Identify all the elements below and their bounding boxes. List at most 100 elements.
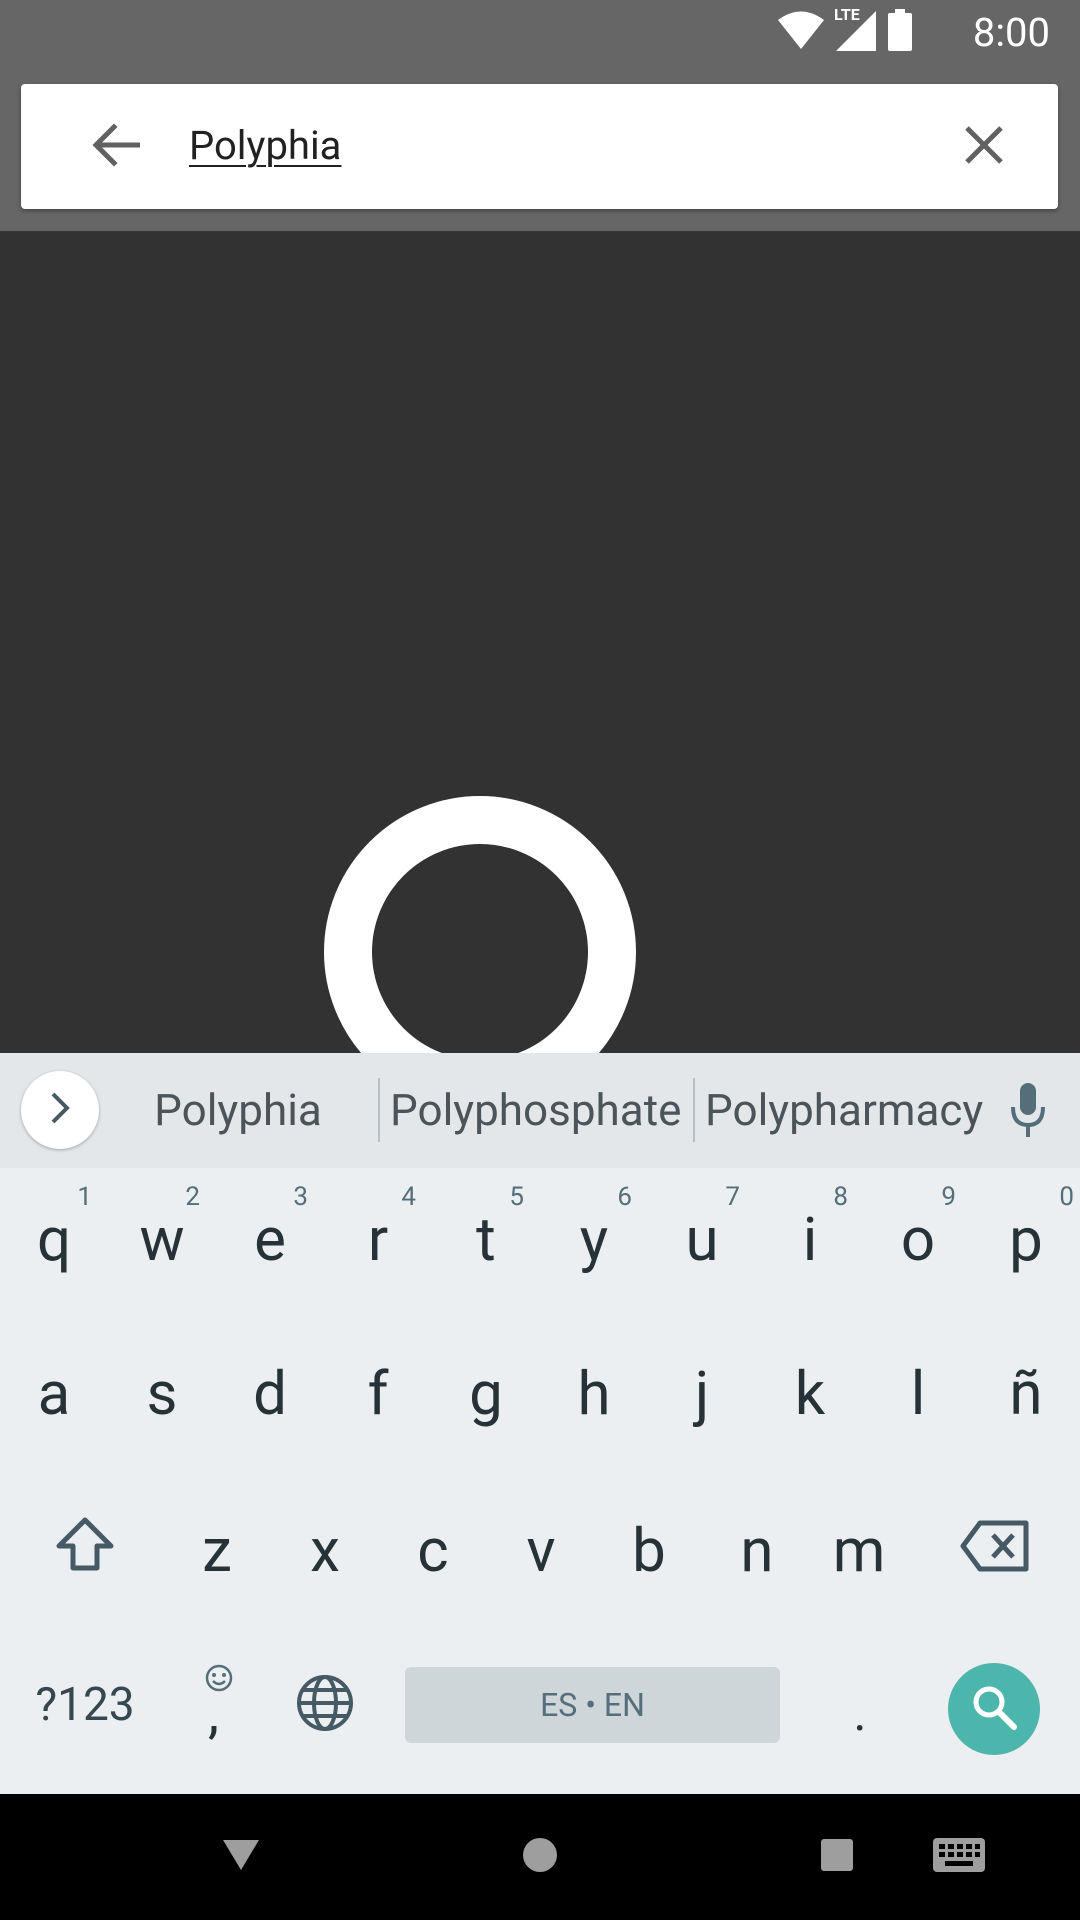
key-letter: g (469, 1358, 503, 1429)
key-letter: o (900, 1204, 936, 1275)
search-input[interactable]: Polyphia (189, 114, 341, 178)
keyboard-switch-button[interactable] (904, 1812, 1014, 1902)
key-n-tilde[interactable]: ñ (972, 1334, 1080, 1454)
suggestion-2[interactable]: Polyphosphate (390, 1075, 681, 1145)
search-action-key[interactable] (948, 1663, 1040, 1755)
loading-spinner (324, 796, 636, 1053)
key-w[interactable]: w 2 (108, 1180, 216, 1300)
key-m[interactable]: m (805, 1491, 913, 1611)
key-k[interactable]: k (756, 1334, 864, 1454)
symbols-key[interactable]: ?123 (20, 1667, 150, 1743)
key-l[interactable]: l (864, 1334, 972, 1454)
key-o[interactable]: o 9 (864, 1180, 972, 1300)
comma-label: , (208, 1680, 220, 1746)
key-letter: y (579, 1204, 609, 1275)
nav-home-icon (522, 1837, 558, 1877)
key-s[interactable]: s (108, 1334, 216, 1454)
key-a[interactable]: a (0, 1334, 108, 1454)
key-letter: r (367, 1204, 389, 1275)
key-hint: 6 (617, 1182, 632, 1212)
key-hint: 7 (725, 1182, 740, 1212)
key-i[interactable]: i 8 (756, 1180, 864, 1300)
wifi-icon (778, 11, 824, 53)
backspace-key[interactable] (930, 1491, 1060, 1611)
key-letter: s (146, 1358, 178, 1429)
key-u[interactable]: u 7 (648, 1180, 756, 1300)
key-p[interactable]: p 0 (972, 1180, 1080, 1300)
key-letter: x (310, 1515, 340, 1586)
globe-icon (296, 1674, 354, 1736)
key-letter: i (802, 1204, 818, 1275)
key-e[interactable]: e 3 (216, 1180, 324, 1300)
language-key[interactable] (290, 1670, 360, 1740)
key-g[interactable]: g (432, 1334, 540, 1454)
key-letter: b (632, 1515, 666, 1586)
search-icon (971, 1684, 1017, 1734)
key-q[interactable]: q 1 (0, 1180, 108, 1300)
key-j[interactable]: j (648, 1334, 756, 1454)
status-bar: LTE 8:00 (0, 0, 1080, 66)
key-x[interactable]: x (271, 1491, 379, 1611)
period-key[interactable]: . (820, 1667, 900, 1743)
key-c[interactable]: c (379, 1491, 487, 1611)
key-letter: u (685, 1204, 719, 1275)
clear-button[interactable] (948, 111, 1020, 183)
key-z[interactable]: z (163, 1491, 271, 1611)
key-hint: 9 (941, 1182, 956, 1212)
backspace-icon (960, 1516, 1030, 1587)
key-letter: w (139, 1204, 185, 1275)
nav-back-button[interactable] (186, 1812, 296, 1902)
key-n[interactable]: n (703, 1491, 811, 1611)
key-f[interactable]: f (324, 1334, 432, 1454)
chevron-right-icon (49, 1091, 71, 1129)
key-letter: v (526, 1515, 556, 1586)
key-letter: q (36, 1204, 72, 1275)
key-hint: 0 (1059, 1182, 1074, 1212)
key-letter: z (202, 1515, 232, 1586)
signal-icon: LTE (834, 5, 876, 55)
nav-recents-button[interactable] (782, 1812, 892, 1902)
key-hint: 1 (77, 1182, 92, 1212)
arrow-back-icon (92, 123, 141, 171)
key-letter: m (832, 1515, 886, 1586)
shift-icon (55, 1516, 115, 1587)
space-key[interactable]: ES • EN (405, 1667, 780, 1743)
key-letter: t (476, 1204, 496, 1275)
key-d[interactable]: d (216, 1334, 324, 1454)
key-letter: d (253, 1358, 287, 1429)
key-hint: 4 (401, 1182, 416, 1212)
key-letter: e (254, 1204, 286, 1275)
expand-suggestions-button[interactable] (21, 1071, 99, 1149)
key-h[interactable]: h (540, 1334, 648, 1454)
key-letter: k (794, 1358, 826, 1429)
key-letter: l (910, 1358, 926, 1429)
network-type-label: LTE (834, 5, 860, 24)
content-area (0, 231, 1080, 1053)
nav-home-button[interactable] (485, 1812, 595, 1902)
close-icon (964, 125, 1004, 169)
key-v[interactable]: v (487, 1491, 595, 1611)
search-bar: Polyphia (21, 84, 1058, 209)
back-button[interactable] (71, 111, 161, 183)
battery-icon (888, 9, 912, 55)
comma-key[interactable]: , (180, 1663, 260, 1753)
suggestion-3[interactable]: Polypharmacy (705, 1075, 983, 1145)
navigation-bar (0, 1794, 1080, 1920)
key-letter: h (577, 1358, 611, 1429)
key-hint: 8 (833, 1182, 848, 1212)
shift-key[interactable] (20, 1491, 150, 1611)
key-letter: p (1009, 1204, 1043, 1275)
key-letter: j (694, 1358, 710, 1429)
status-time: 8:00 (972, 9, 1050, 56)
status-icons: LTE (778, 5, 912, 55)
suggestion-divider (378, 1078, 380, 1142)
key-letter: ñ (1009, 1358, 1043, 1429)
voice-input-button[interactable] (996, 1081, 1060, 1145)
key-y[interactable]: y 6 (540, 1180, 648, 1300)
key-b[interactable]: b (595, 1491, 703, 1611)
suggestion-1[interactable]: Polyphia (120, 1075, 356, 1145)
key-hint: 5 (509, 1182, 524, 1212)
key-t[interactable]: t 5 (432, 1180, 540, 1300)
key-r[interactable]: r 4 (324, 1180, 432, 1300)
suggestion-divider (693, 1078, 695, 1142)
